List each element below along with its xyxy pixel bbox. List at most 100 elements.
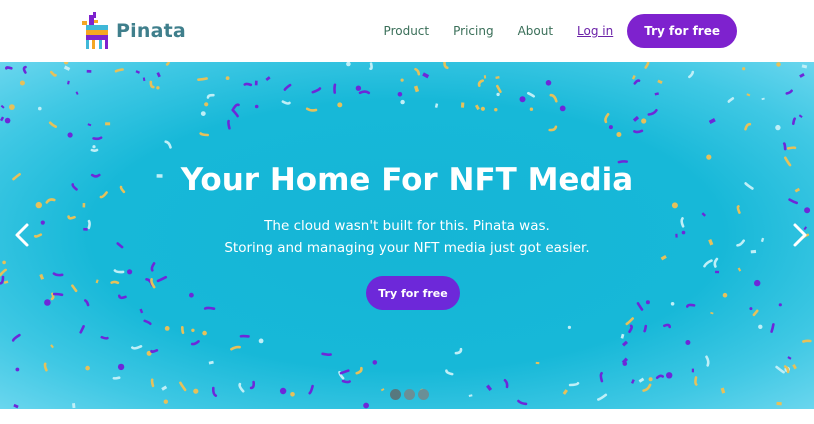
confetti-piece <box>787 356 792 360</box>
confetti-dot <box>480 106 485 111</box>
confetti-squiggle <box>179 381 187 392</box>
confetti-squiggle <box>770 323 775 333</box>
confetti-piece <box>675 233 678 238</box>
confetti-piece <box>3 280 9 284</box>
confetti-piece <box>483 75 487 79</box>
confetti-squiggle <box>633 129 644 134</box>
confetti-squiggle <box>311 87 322 94</box>
confetti-squiggle <box>203 306 216 310</box>
confetti-squiggle <box>22 65 27 74</box>
confetti-dot <box>164 326 170 331</box>
confetti-dot <box>616 132 622 137</box>
hero-subtitle-line1: The cloud wasn't built for this. Pinata … <box>264 218 550 234</box>
confetti-piece <box>265 76 271 81</box>
confetti-squiggle <box>642 383 652 392</box>
confetti-squiggle <box>227 119 231 130</box>
confetti-squiggle <box>443 62 449 70</box>
confetti-dot <box>559 105 566 112</box>
confetti-dot <box>279 387 287 395</box>
confetti-dot <box>749 307 753 311</box>
confetti-piece <box>720 387 726 394</box>
brand-logo[interactable]: Pinata <box>80 12 186 50</box>
confetti-piece <box>691 368 695 373</box>
confetti-squiggle <box>644 62 650 69</box>
nav-pricing[interactable]: Pricing <box>453 24 493 38</box>
nav-product[interactable]: Product <box>384 24 430 38</box>
confetti-squiggle <box>43 362 48 372</box>
chevron-left-icon[interactable] <box>12 222 32 248</box>
confetti-dot <box>202 330 207 336</box>
confetti-dot <box>337 102 343 108</box>
confetti-piece <box>495 76 500 80</box>
confetti-squiggle <box>149 80 155 89</box>
pinata-logo-icon <box>82 12 108 49</box>
chevron-right-icon[interactable] <box>790 222 810 248</box>
confetti-piece <box>95 279 99 284</box>
confetti-piece <box>422 72 430 79</box>
confetti-squiggle <box>243 82 253 87</box>
confetti-squiggle <box>90 148 99 152</box>
confetti-squiggle <box>369 62 373 70</box>
confetti-squiggle <box>568 382 580 387</box>
confetti-dot <box>290 392 295 397</box>
carousel-dot-3[interactable] <box>418 389 429 400</box>
confetti-squiggle <box>11 333 21 342</box>
confetti-piece <box>746 93 751 97</box>
confetti-squiggle <box>79 325 85 334</box>
confetti-piece <box>701 212 707 217</box>
confetti-squiggle <box>358 90 371 95</box>
confetti-squiggle <box>788 198 798 205</box>
confetti-dot <box>19 80 25 86</box>
confetti-dot <box>2 260 6 265</box>
confetti-dot <box>648 377 653 382</box>
hero-try-free-button[interactable]: Try for free <box>366 276 460 310</box>
carousel-indicators <box>390 389 429 400</box>
confetti-squiggle <box>688 70 695 79</box>
confetti-dot <box>92 145 96 149</box>
confetti-squiggle <box>52 272 64 277</box>
confetti-piece <box>708 118 716 125</box>
confetti-dot <box>754 279 761 287</box>
confetti-dot <box>63 62 69 65</box>
confetti-dot <box>545 80 552 86</box>
carousel-dot-2[interactable] <box>404 389 415 400</box>
confetti-dot <box>742 67 746 71</box>
confetti-dot <box>258 338 264 344</box>
confetti-squiggle <box>249 380 256 390</box>
confetti-squiggle <box>84 299 90 307</box>
confetti-piece <box>208 360 214 365</box>
confetti-squiggle <box>52 292 64 297</box>
confetti-squiggle <box>150 262 156 272</box>
confetti-dot <box>372 360 378 365</box>
confetti-squiggle <box>206 93 215 99</box>
carousel-dot-1[interactable] <box>390 389 401 400</box>
confetti-squiggle <box>633 79 641 85</box>
login-link[interactable]: Log in <box>577 24 613 38</box>
confetti-squiggle <box>628 324 633 333</box>
confetti-piece <box>801 64 808 69</box>
confetti-squiggle <box>527 91 535 98</box>
confetti-piece <box>67 80 70 85</box>
confetti-piece <box>142 77 146 82</box>
confetti-squiggle <box>339 369 350 375</box>
confetti-piece <box>413 85 420 93</box>
confetti-dot <box>163 399 168 404</box>
confetti-piece <box>638 377 645 383</box>
confetti-squiggle <box>156 275 168 283</box>
confetti-piece <box>161 385 168 391</box>
confetti-piece <box>380 388 385 392</box>
page-bottom-strip <box>0 409 814 424</box>
site-header: Pinata Product Pricing About Log in Try … <box>0 0 814 62</box>
confetti-piece <box>562 389 568 395</box>
confetti-dot <box>193 388 199 394</box>
confetti-dot <box>127 269 133 275</box>
nav-about[interactable]: About <box>518 24 553 38</box>
confetti-squiggle <box>71 284 78 293</box>
confetti-piece <box>460 102 465 108</box>
confetti-dot <box>804 207 811 214</box>
header-try-free-button[interactable]: Try for free <box>627 14 737 48</box>
confetti-squiggle <box>517 399 528 406</box>
confetti-squiggle <box>477 79 484 87</box>
confetti-squiggle <box>150 378 155 388</box>
confetti-dot <box>363 402 369 409</box>
